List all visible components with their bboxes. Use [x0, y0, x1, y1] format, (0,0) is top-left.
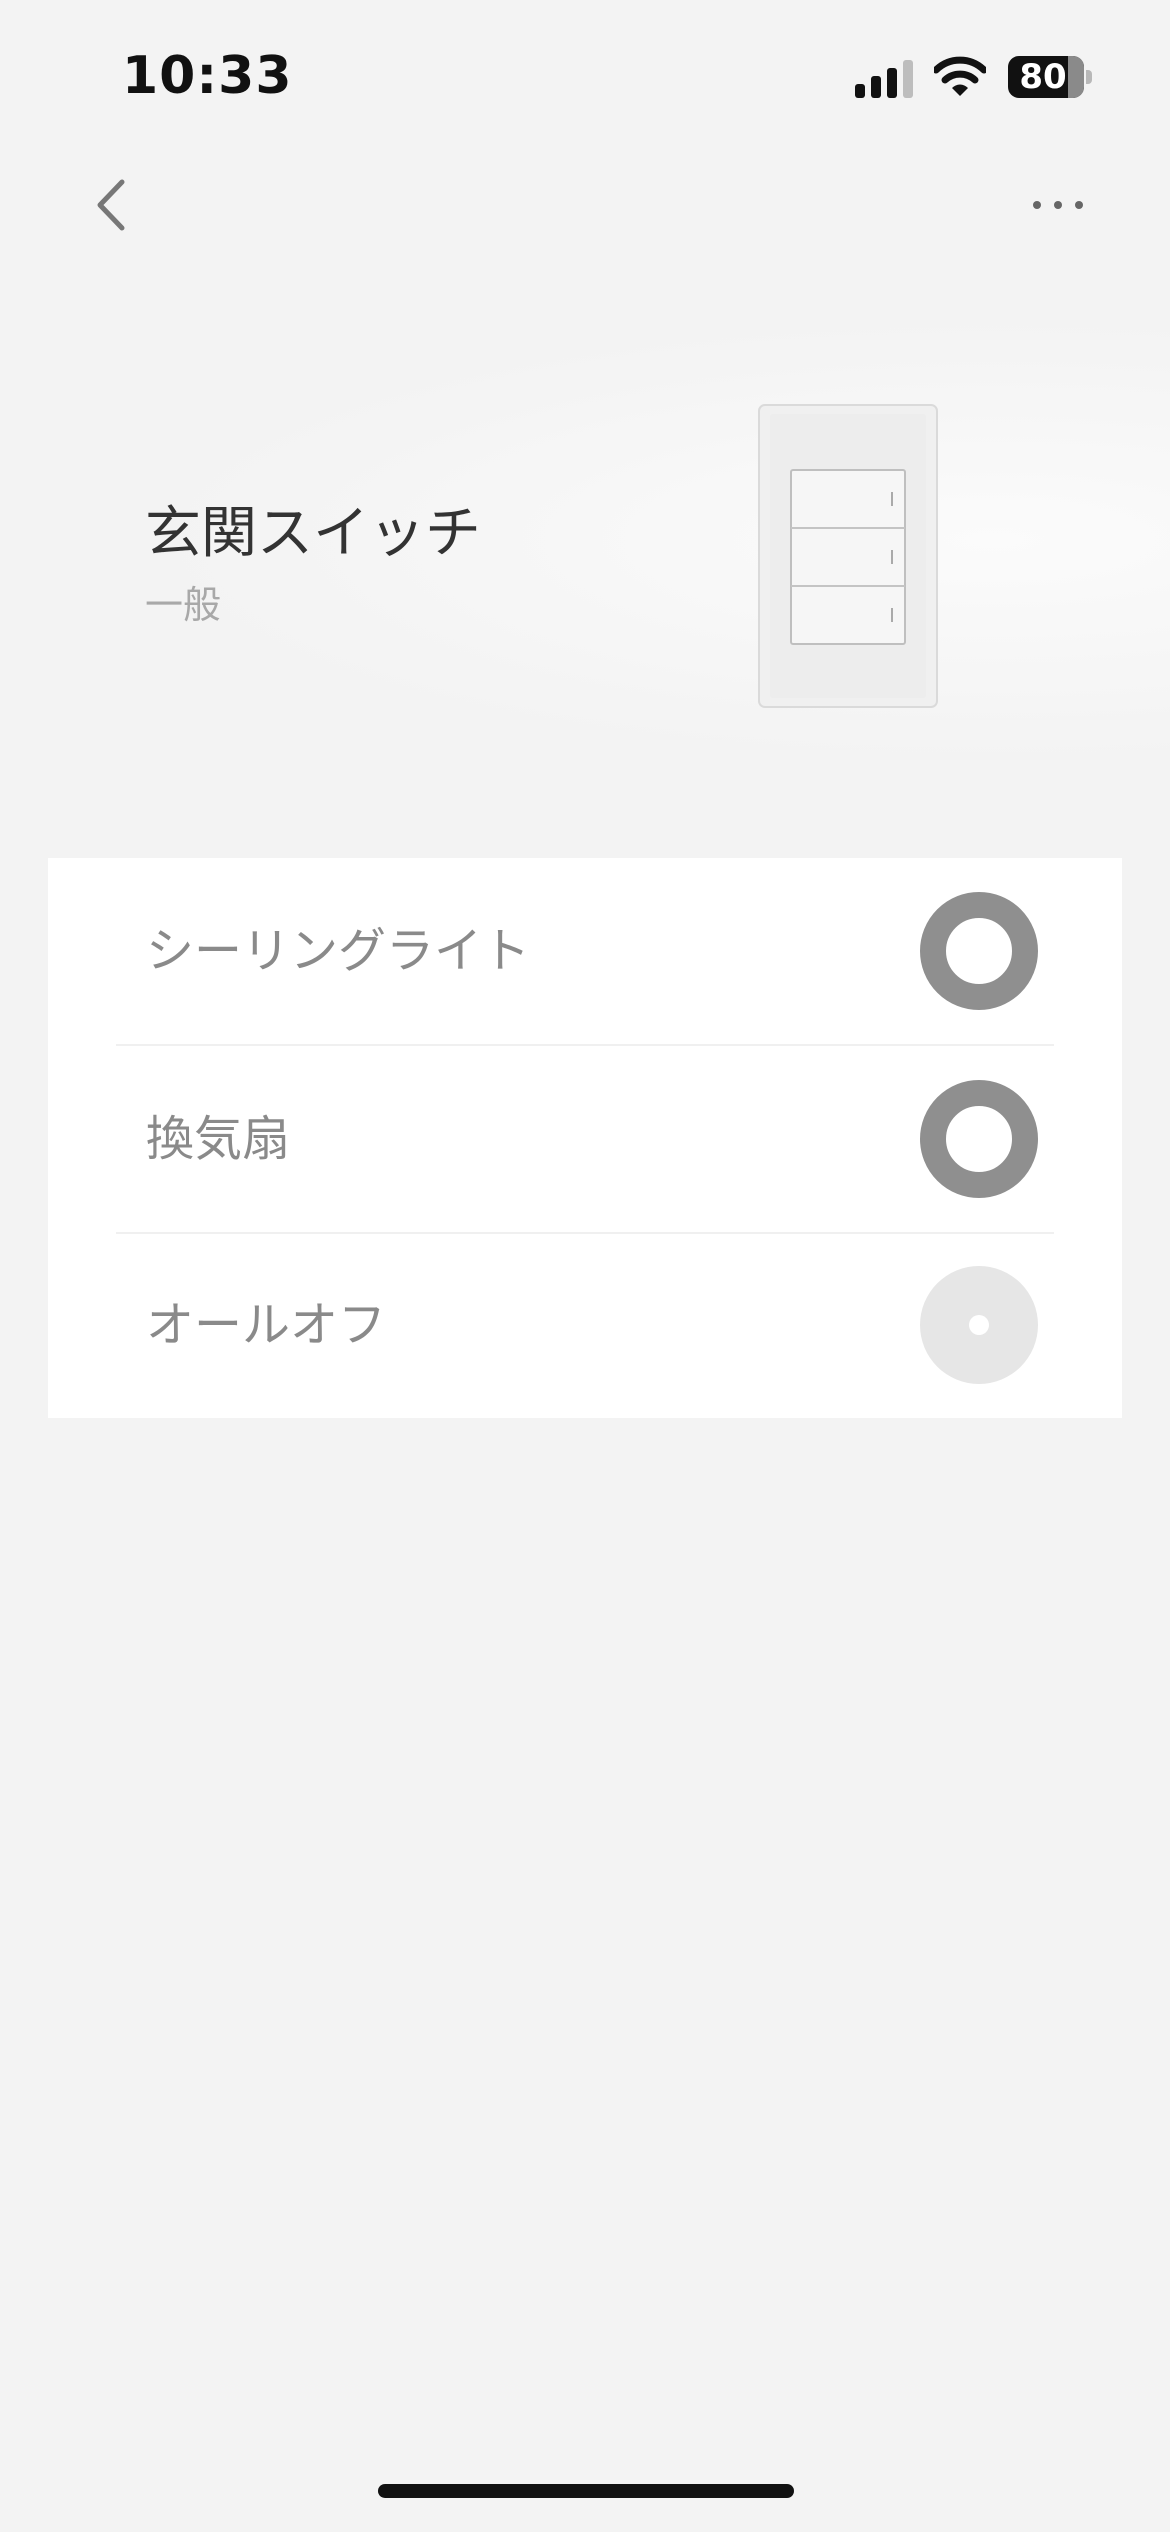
switch-row-all-off[interactable]: オールオフ — [48, 1232, 1122, 1418]
switch-label: シーリングライト — [146, 923, 531, 979]
switch-label: オールオフ — [146, 1297, 387, 1353]
cellular-signal-icon — [855, 58, 915, 98]
battery-level: 80 — [1019, 57, 1067, 97]
switch-row-ventilation-fan[interactable]: 換気扇 — [48, 1046, 1122, 1232]
power-toggle-off[interactable] — [920, 1266, 1038, 1384]
back-button[interactable] — [84, 168, 144, 242]
device-name: 玄関スイッチ — [145, 501, 481, 566]
battery-nub — [1086, 70, 1092, 84]
wifi-icon — [934, 56, 986, 96]
chevron-left-icon — [97, 179, 125, 231]
more-options-button[interactable] — [1022, 180, 1094, 230]
switch-list: シーリングライト 換気扇 オールオフ — [48, 858, 1122, 1418]
device-category: 一般 — [145, 583, 222, 627]
switch-row-ceiling-light[interactable]: シーリングライト — [48, 858, 1122, 1044]
switch-label: 換気扇 — [146, 1111, 291, 1167]
status-time: 10:33 — [122, 46, 293, 106]
power-toggle-on[interactable] — [920, 892, 1038, 1010]
status-bar: 10:33 80 — [0, 0, 1170, 150]
power-toggle-on[interactable] — [920, 1080, 1038, 1198]
home-indicator[interactable] — [378, 2484, 794, 2498]
battery-icon: 80 — [1008, 56, 1084, 98]
ellipsis-icon — [1033, 201, 1083, 209]
wall-switch-image — [758, 404, 938, 708]
